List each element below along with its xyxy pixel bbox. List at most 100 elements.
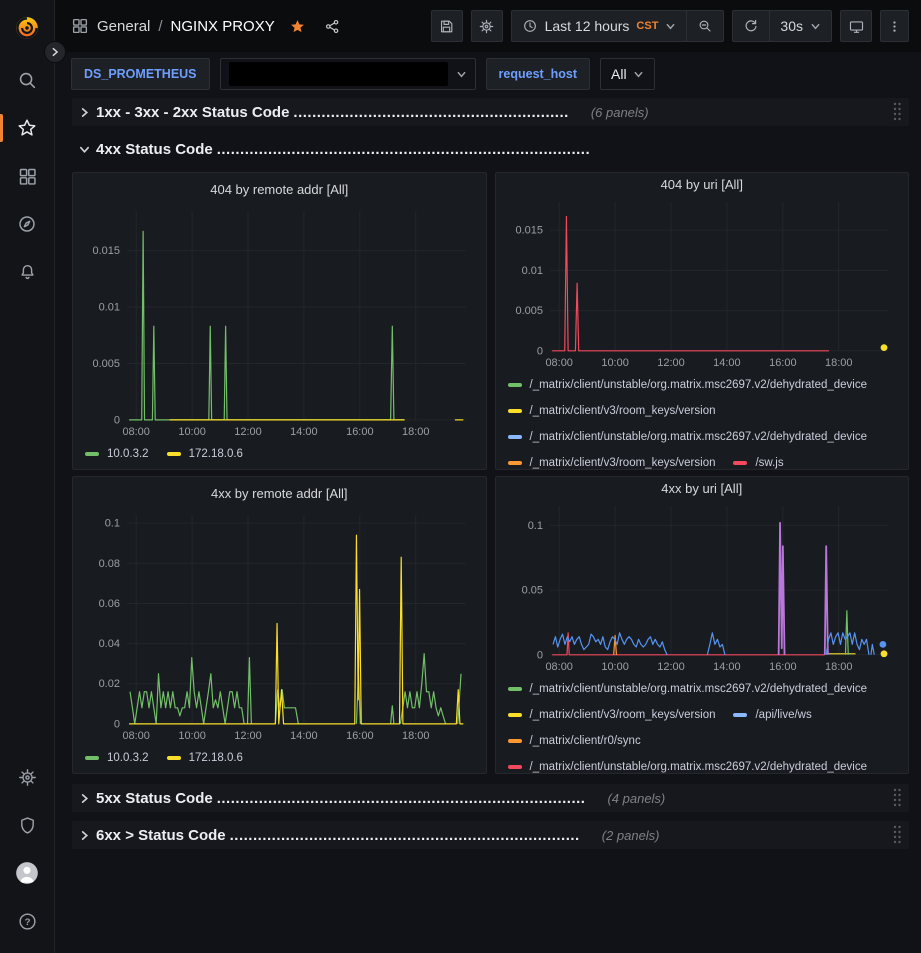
cycle-view-mode-button[interactable] [840,10,872,42]
sidebar-item-starred[interactable] [0,104,54,152]
chevron-down-icon [665,21,676,32]
svg-text:10:00: 10:00 [601,661,628,673]
sidebar-item-help[interactable]: ? [0,897,54,945]
avatar [14,860,40,886]
legend-item[interactable]: /_matrix/client/unstable/org.matrix.msc2… [508,431,868,443]
sidebar-item-settings[interactable] [0,753,54,801]
chart-404-by-uri[interactable]: 00.0050.010.01508:0010:0012:0014:0016:00… [504,192,901,370]
row-drag-handle[interactable] [891,824,903,846]
zoom-out-button[interactable] [686,11,723,41]
legend-row: /_matrix/client/unstable/org.matrix.msc2… [508,754,899,774]
variable-ds-prometheus-select[interactable] [220,58,476,90]
row-drag-handle[interactable] [891,787,903,809]
legend-item[interactable]: /sw.js [733,457,783,469]
sidebar-expand-button[interactable] [44,41,66,63]
breadcrumb-folder[interactable]: General [97,18,150,35]
svg-text:14:00: 14:00 [290,730,317,742]
row-header-6xx[interactable]: 6xx > Status Code ......................… [72,821,909,849]
panel-title[interactable]: 4xx by uri [All] [504,481,901,496]
time-range-picker[interactable]: Last 12 hours CST [512,11,687,41]
row-header-4xx[interactable]: 4xx Status Code ........................… [72,135,909,163]
row-title: 1xx - 3xx - 2xx Status Code [96,104,289,121]
svg-text:?: ? [24,917,30,928]
star-filled-icon [289,18,306,35]
refresh-group: 30s [732,10,832,42]
legend-series-label: /_matrix/client/unstable/org.matrix.msc2… [530,379,868,391]
legend-row: /_matrix/client/v3/room_keys/version/sw.… [508,450,899,470]
share-icon [324,18,341,35]
dashboard-settings-button[interactable] [471,10,503,42]
dashboard-title[interactable]: NGINX PROXY [171,18,275,35]
legend-item[interactable]: 172.18.0.6 [167,448,243,460]
chevron-down-icon [633,69,644,80]
sidebar-item-search[interactable] [0,56,54,104]
dashboard-scroll-area: 1xx - 3xx - 2xx Status Code ............… [55,92,921,953]
refresh-interval-picker[interactable]: 30s [769,11,831,41]
legend-series-label: /api/live/ws [755,709,811,721]
star-icon [16,117,38,139]
legend-item[interactable]: /_matrix/client/unstable/org.matrix.msc2… [508,379,868,391]
row-header-5xx[interactable]: 5xx Status Code ........................… [72,784,909,812]
svg-text:0: 0 [114,718,120,730]
svg-text:08:00: 08:00 [545,357,572,369]
legend-row: /_matrix/client/v3/room_keys/version [508,398,899,424]
legend-series-label: /_matrix/client/unstable/org.matrix.msc2… [530,431,868,443]
zoom-out-icon [697,18,713,34]
row-drag-handle[interactable] [891,101,903,123]
row-title: 5xx Status Code [96,790,213,807]
more-options-button[interactable] [880,10,909,42]
row-header-1xx-3xx-2xx[interactable]: 1xx - 3xx - 2xx Status Code ............… [72,98,909,126]
panel-4xx-by-remote-addr: 4xx by remote addr [All] 00.020.040.060.… [72,476,487,774]
svg-text:0.06: 0.06 [99,598,120,610]
shield-icon [17,815,38,836]
legend-item[interactable]: 10.0.3.2 [85,752,149,764]
bell-icon [17,262,38,283]
panel-title[interactable]: 4xx by remote addr [All] [81,481,478,505]
panel-title[interactable]: 404 by uri [All] [504,177,901,192]
legend-item[interactable]: /_matrix/client/r0/sync [508,735,641,747]
sidebar-item-dashboards[interactable] [0,152,54,200]
svg-text:0: 0 [536,345,542,357]
sidebar-item-security[interactable] [0,801,54,849]
row-title: 4xx Status Code [96,141,213,158]
gear-icon [478,18,495,35]
svg-text:18:00: 18:00 [825,661,852,673]
variables-bar: DS_PROMETHEUS request_host All [55,52,921,92]
legend-item[interactable]: /_matrix/client/unstable/org.matrix.msc2… [508,683,868,695]
variable-request-host-select[interactable]: All [600,58,655,90]
chart-4xx-by-uri[interactable]: 00.050.108:0010:0012:0014:0016:0018:00 [504,496,901,674]
chart-4xx-by-remote-addr[interactable]: 00.020.040.060.080.108:0010:0012:0014:00… [81,505,478,743]
sidebar-item-profile[interactable] [0,849,54,897]
legend-series-label: /_matrix/client/v3/room_keys/version [530,457,716,469]
legend-item[interactable]: /_matrix/client/v3/room_keys/version [508,457,716,469]
chevron-down-icon [456,69,467,80]
panel-title[interactable]: 404 by remote addr [All] [81,177,478,201]
main-area: General / NGINX PROXY [55,0,921,953]
sidebar-item-explore[interactable] [0,200,54,248]
svg-text:0.1: 0.1 [105,518,120,530]
chart-legend: 10.0.3.2 172.18.0.6 [81,439,478,467]
legend-item[interactable]: /api/live/ws [733,709,811,721]
legend-item[interactable]: /_matrix/client/v3/room_keys/version [508,709,716,721]
legend-series-swatch [508,461,522,465]
apps-grid-icon [71,17,89,35]
favorite-star-button[interactable] [289,18,306,35]
chevron-down-icon [810,21,821,32]
chart-legend: /_matrix/client/unstable/org.matrix.msc2… [504,370,901,470]
svg-text:18:00: 18:00 [402,426,429,438]
legend-item[interactable]: /_matrix/client/v3/room_keys/version [508,405,716,417]
svg-text:16:00: 16:00 [346,730,373,742]
share-button[interactable] [324,18,341,35]
legend-item[interactable]: 10.0.3.2 [85,448,149,460]
row-title: 6xx > Status Code [96,827,226,844]
refresh-button[interactable] [733,11,769,41]
save-dashboard-button[interactable] [431,10,463,42]
sidebar-item-alerting[interactable] [0,248,54,296]
legend-item[interactable]: /_matrix/client/unstable/org.matrix.msc2… [508,761,868,773]
legend-series-label: /_matrix/client/v3/room_keys/version [530,405,716,417]
svg-text:0.04: 0.04 [99,638,120,650]
chart-404-by-remote-addr[interactable]: 00.0050.010.01508:0010:0012:0014:0016:00… [81,201,478,439]
svg-text:0: 0 [114,414,120,426]
legend-item[interactable]: 172.18.0.6 [167,752,243,764]
svg-text:0.015: 0.015 [515,225,542,237]
